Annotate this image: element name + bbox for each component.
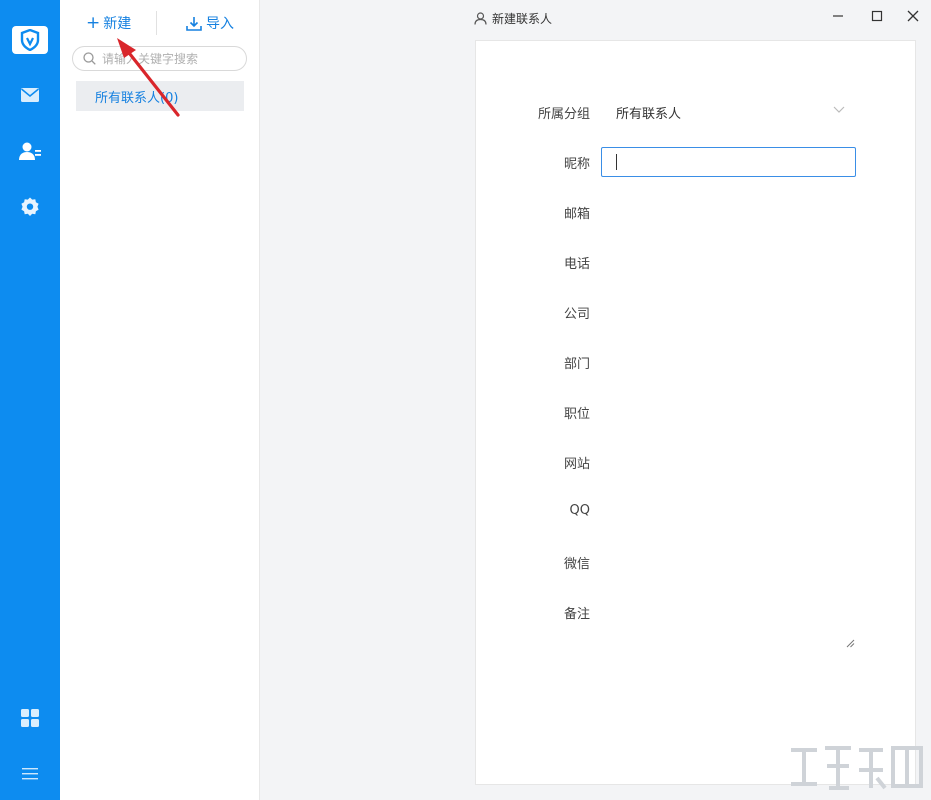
watermark-logo-icon (791, 746, 923, 790)
annotation-arrow (117, 38, 180, 117)
